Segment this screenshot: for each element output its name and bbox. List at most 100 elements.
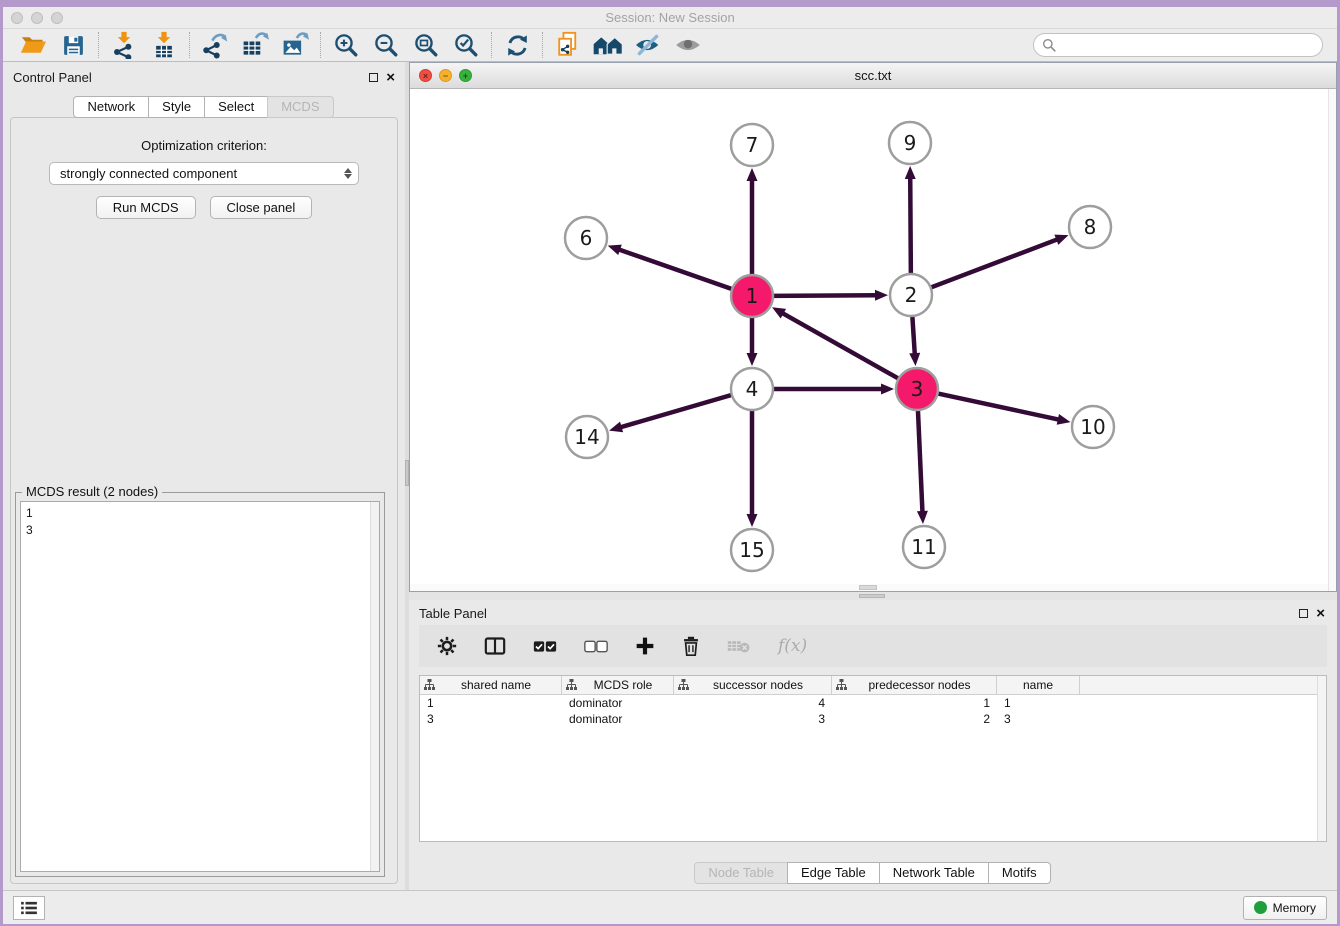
close-panel-button[interactable]: Close panel	[210, 196, 313, 219]
graph-edge-3-1[interactable]	[772, 307, 899, 378]
column-header-shared-name[interactable]: shared name	[420, 676, 562, 694]
memory-button[interactable]: Memory	[1243, 896, 1327, 920]
zoom-in-button[interactable]	[326, 30, 366, 60]
column-header-mcds-role[interactable]: MCDS role	[562, 676, 674, 694]
network-vertical-scrollbar[interactable]	[1328, 89, 1336, 591]
graph-node-9[interactable]: 9	[889, 122, 931, 164]
graph-node-11[interactable]: 11	[903, 526, 945, 568]
duplicate-network-icon	[555, 31, 582, 60]
graph-edge-3-11[interactable]	[917, 410, 928, 524]
delete-column-button[interactable]	[682, 636, 700, 656]
tab-network[interactable]: Network	[73, 96, 149, 118]
tab-mcds[interactable]: MCDS	[267, 96, 333, 118]
layout-home-button[interactable]	[588, 30, 628, 60]
tab-edge-table[interactable]: Edge Table	[787, 862, 880, 884]
graph-node-10[interactable]: 10	[1072, 406, 1114, 448]
close-panel-icon[interactable]: ×	[1316, 609, 1325, 618]
vertical-splitter[interactable]	[405, 62, 409, 890]
table-cell-successor-nodes[interactable]: 4	[674, 695, 832, 711]
function-builder-button[interactable]: f(x)	[778, 636, 807, 656]
table-row[interactable]: 3dominator323	[420, 711, 1326, 727]
column-header-name[interactable]: name	[997, 676, 1080, 694]
table-cell-mcds-role[interactable]: dominator	[562, 711, 674, 727]
graph-edge-2-9[interactable]	[905, 166, 916, 274]
graph-node-7[interactable]: 7	[731, 124, 773, 166]
import-network-button[interactable]	[104, 30, 144, 60]
graph-edge-1-7[interactable]	[747, 168, 758, 275]
delete-table-button[interactable]	[727, 638, 751, 654]
tab-node-table[interactable]: Node Table	[694, 862, 788, 884]
graph-edge-4-15[interactable]	[747, 410, 758, 527]
mcds-result-list[interactable]: 13	[20, 501, 380, 872]
table-settings-button[interactable]	[437, 636, 457, 656]
list-icon	[20, 901, 38, 915]
graph-node-6[interactable]: 6	[565, 217, 607, 259]
task-history-button[interactable]	[13, 896, 45, 920]
zoom-out-button[interactable]	[366, 30, 406, 60]
graph-node-14[interactable]: 14	[566, 416, 608, 458]
zoom-fit-button[interactable]	[406, 30, 446, 60]
deselect-all-rows-button[interactable]	[584, 640, 608, 653]
table-cell-name[interactable]: 3	[997, 711, 1080, 727]
import-table-button[interactable]	[144, 30, 184, 60]
graph-edge-4-14[interactable]	[609, 395, 732, 432]
add-column-button[interactable]	[635, 636, 655, 656]
close-panel-icon[interactable]: ×	[386, 73, 395, 82]
run-mcds-button[interactable]: Run MCDS	[96, 196, 196, 219]
table-vertical-scrollbar[interactable]	[1317, 676, 1326, 841]
graph-node-4[interactable]: 4	[731, 368, 773, 410]
toggle-column-view-button[interactable]	[484, 636, 506, 656]
show-all-button[interactable]	[668, 30, 708, 60]
result-scrollbar[interactable]	[370, 502, 379, 871]
graph-node-8[interactable]: 8	[1069, 206, 1111, 248]
splitter-grip[interactable]	[405, 460, 409, 486]
table-cell-predecessor-nodes[interactable]: 1	[832, 695, 997, 711]
network-canvas[interactable]: 7 9 6 8 1 2 4 3 14 10 15 11	[410, 89, 1336, 583]
refresh-view-button[interactable]	[497, 30, 537, 60]
network-window-titlebar[interactable]: × − + scc.txt	[410, 63, 1336, 89]
network-horizontal-scrollbar[interactable]	[410, 584, 1328, 591]
graph-edge-2-8[interactable]	[931, 235, 1069, 288]
export-network-button[interactable]	[195, 30, 235, 60]
table-cell-shared-name[interactable]: 1	[420, 695, 562, 711]
splitter-grip[interactable]	[859, 594, 885, 598]
export-image-button[interactable]	[275, 30, 315, 60]
export-table-button[interactable]	[235, 30, 275, 60]
graph-edge-1-6[interactable]	[608, 245, 732, 289]
graph-edge-4-3[interactable]	[773, 384, 894, 395]
select-all-rows-button[interactable]	[533, 640, 557, 653]
column-header-successor-nodes[interactable]: successor nodes	[674, 676, 832, 694]
zoom-selected-button[interactable]	[446, 30, 486, 60]
search-box[interactable]	[1033, 33, 1323, 57]
graph-edge-3-10[interactable]	[938, 393, 1071, 424]
table-cell-mcds-role[interactable]: dominator	[562, 695, 674, 711]
table-cell-shared-name[interactable]: 3	[420, 711, 562, 727]
search-input[interactable]	[1057, 38, 1322, 52]
hide-selected-button[interactable]	[628, 30, 668, 60]
float-panel-icon[interactable]	[369, 73, 378, 82]
table-cell-name[interactable]: 1	[997, 695, 1080, 711]
graph-node-2[interactable]: 2	[890, 274, 932, 316]
tab-style[interactable]: Style	[148, 96, 205, 118]
graph-node-3[interactable]: 3	[896, 368, 938, 410]
graph-node-1[interactable]: 1	[731, 275, 773, 317]
save-session-button[interactable]	[53, 30, 93, 60]
duplicate-network-button[interactable]	[548, 30, 588, 60]
open-file-button[interactable]	[13, 30, 53, 60]
graph-node-15[interactable]: 15	[731, 529, 773, 571]
table-cell-predecessor-nodes[interactable]: 2	[832, 711, 997, 727]
graph-edge-2-3[interactable]	[909, 316, 920, 366]
graph-edge-1-4[interactable]	[747, 317, 758, 366]
float-panel-icon[interactable]	[1299, 609, 1308, 618]
zoom-fit-icon	[413, 32, 440, 59]
tab-select[interactable]: Select	[204, 96, 268, 118]
optimization-criterion-select[interactable]: strongly connected component	[49, 162, 359, 185]
tab-motifs[interactable]: Motifs	[988, 862, 1051, 884]
table-row[interactable]: 1dominator411	[420, 695, 1326, 711]
horizontal-splitter[interactable]	[409, 592, 1337, 600]
tab-network-table[interactable]: Network Table	[879, 862, 989, 884]
table-panel-header: Table Panel ×	[409, 600, 1337, 622]
column-header-predecessor-nodes[interactable]: predecessor nodes	[832, 676, 997, 694]
graph-edge-1-2[interactable]	[773, 290, 888, 301]
table-cell-successor-nodes[interactable]: 3	[674, 711, 832, 727]
